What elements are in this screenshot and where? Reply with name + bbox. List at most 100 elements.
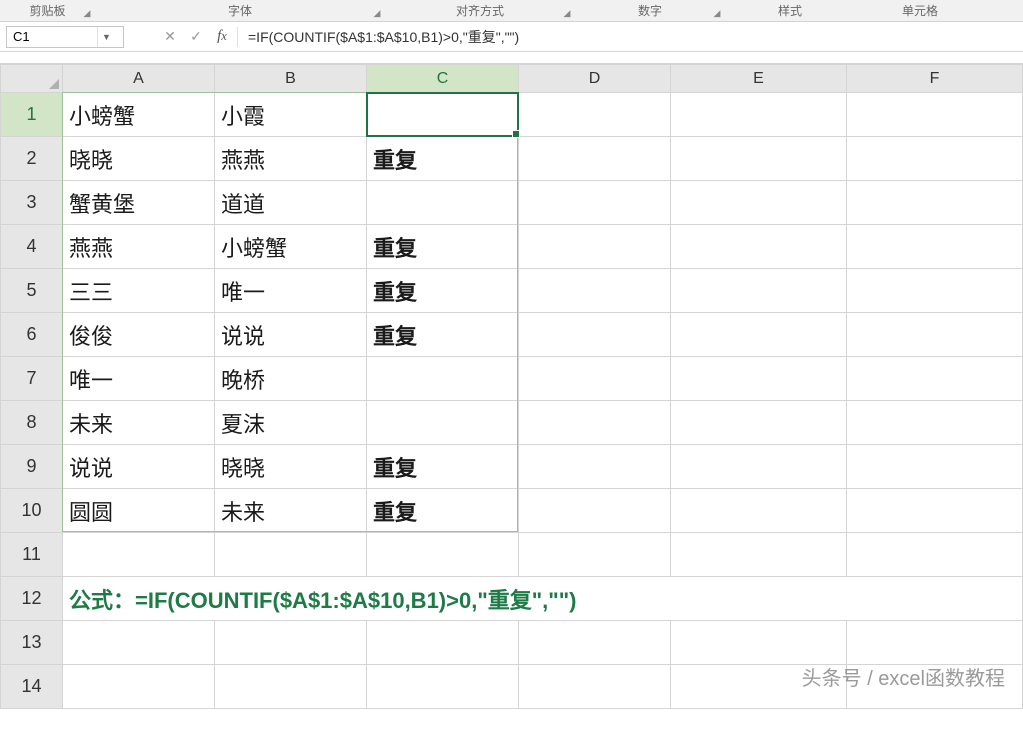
row-header-7[interactable]: 7 (1, 357, 63, 401)
cell-F13[interactable] (847, 621, 1023, 665)
name-box-input[interactable] (7, 29, 97, 44)
cell-B7[interactable]: 晚桥 (215, 357, 367, 401)
cell-C8[interactable] (367, 401, 519, 445)
name-box[interactable]: ▼ (6, 26, 124, 48)
cell-C3[interactable] (367, 181, 519, 225)
cell-D10[interactable] (519, 489, 671, 533)
row-header-9[interactable]: 9 (1, 445, 63, 489)
cell-C9[interactable]: 重复 (367, 445, 519, 489)
cell-B3[interactable]: 道道 (215, 181, 367, 225)
cell-D13[interactable] (519, 621, 671, 665)
cell-B2[interactable]: 燕燕 (215, 137, 367, 181)
cell-E13[interactable] (671, 621, 847, 665)
cell-C4[interactable]: 重复 (367, 225, 519, 269)
formula-input[interactable] (240, 26, 1023, 48)
dialog-launcher-icon[interactable]: ◢ (371, 7, 383, 19)
cell-E2[interactable] (671, 137, 847, 181)
cell-E5[interactable] (671, 269, 847, 313)
cell-D1[interactable] (519, 93, 671, 137)
cell-B10[interactable]: 未来 (215, 489, 367, 533)
cell-F9[interactable] (847, 445, 1023, 489)
row-header-14[interactable]: 14 (1, 665, 63, 709)
row-header-6[interactable]: 6 (1, 313, 63, 357)
cell-A14[interactable] (63, 665, 215, 709)
cell-A4[interactable]: 燕燕 (63, 225, 215, 269)
cell-B14[interactable] (215, 665, 367, 709)
cell-E11[interactable] (671, 533, 847, 577)
cell-D9[interactable] (519, 445, 671, 489)
cell-A6[interactable]: 俊俊 (63, 313, 215, 357)
cell-B1[interactable]: 小霞 (215, 93, 367, 137)
cell-F11[interactable] (847, 533, 1023, 577)
cell-F10[interactable] (847, 489, 1023, 533)
dialog-launcher-icon[interactable]: ◢ (561, 7, 573, 19)
insert-function-icon[interactable]: fx (209, 26, 235, 48)
cell-A10[interactable]: 圆圆 (63, 489, 215, 533)
cell-A7[interactable]: 唯一 (63, 357, 215, 401)
cell-B9[interactable]: 晓晓 (215, 445, 367, 489)
col-header-F[interactable]: F (847, 65, 1023, 93)
row-header-11[interactable]: 11 (1, 533, 63, 577)
row-header-4[interactable]: 4 (1, 225, 63, 269)
cell-F5[interactable] (847, 269, 1023, 313)
cell-A2[interactable]: 晓晓 (63, 137, 215, 181)
row-header-12[interactable]: 12 (1, 577, 63, 621)
cell-C14[interactable] (367, 665, 519, 709)
cell-C6[interactable]: 重复 (367, 313, 519, 357)
cell-C5[interactable]: 重复 (367, 269, 519, 313)
row-header-10[interactable]: 10 (1, 489, 63, 533)
cell-A8[interactable]: 未来 (63, 401, 215, 445)
cell-E3[interactable] (671, 181, 847, 225)
cell-B8[interactable]: 夏沫 (215, 401, 367, 445)
cell-E8[interactable] (671, 401, 847, 445)
cell-C13[interactable] (367, 621, 519, 665)
cell-C1[interactable] (367, 93, 519, 137)
cell-D14[interactable] (519, 665, 671, 709)
cancel-icon[interactable]: ✕ (157, 26, 183, 48)
cell-F6[interactable] (847, 313, 1023, 357)
cell-A12[interactable]: 公式：=IF(COUNTIF($A$1:$A$10,B1)>0,"重复","") (63, 577, 1023, 621)
cell-E9[interactable] (671, 445, 847, 489)
cell-E6[interactable] (671, 313, 847, 357)
cell-B6[interactable]: 说说 (215, 313, 367, 357)
name-box-dropdown-icon[interactable]: ▼ (97, 27, 115, 47)
row-header-13[interactable]: 13 (1, 621, 63, 665)
col-header-A[interactable]: A (63, 65, 215, 93)
cell-A1[interactable]: 小螃蟹 (63, 93, 215, 137)
col-header-D[interactable]: D (519, 65, 671, 93)
col-header-E[interactable]: E (671, 65, 847, 93)
cell-E4[interactable] (671, 225, 847, 269)
cell-B5[interactable]: 唯一 (215, 269, 367, 313)
cell-D8[interactable] (519, 401, 671, 445)
dialog-launcher-icon[interactable]: ◢ (81, 7, 93, 19)
cell-D7[interactable] (519, 357, 671, 401)
cell-A9[interactable]: 说说 (63, 445, 215, 489)
cell-F4[interactable] (847, 225, 1023, 269)
row-header-1[interactable]: 1 (1, 93, 63, 137)
cell-D5[interactable] (519, 269, 671, 313)
cell-C11[interactable] (367, 533, 519, 577)
cell-C10[interactable]: 重复 (367, 489, 519, 533)
cell-D4[interactable] (519, 225, 671, 269)
cell-D6[interactable] (519, 313, 671, 357)
cell-A13[interactable] (63, 621, 215, 665)
cell-D3[interactable] (519, 181, 671, 225)
col-header-B[interactable]: B (215, 65, 367, 93)
cell-F2[interactable] (847, 137, 1023, 181)
cell-D2[interactable] (519, 137, 671, 181)
cell-A11[interactable] (63, 533, 215, 577)
select-all-corner[interactable] (1, 65, 63, 93)
col-header-C[interactable]: C (367, 65, 519, 93)
cell-F14[interactable] (847, 665, 1023, 709)
row-header-8[interactable]: 8 (1, 401, 63, 445)
cell-F7[interactable] (847, 357, 1023, 401)
cell-B4[interactable]: 小螃蟹 (215, 225, 367, 269)
cell-C2[interactable]: 重复 (367, 137, 519, 181)
row-header-3[interactable]: 3 (1, 181, 63, 225)
cell-E14[interactable] (671, 665, 847, 709)
cell-E1[interactable] (671, 93, 847, 137)
cell-D11[interactable] (519, 533, 671, 577)
cell-E7[interactable] (671, 357, 847, 401)
cell-B13[interactable] (215, 621, 367, 665)
cell-F3[interactable] (847, 181, 1023, 225)
